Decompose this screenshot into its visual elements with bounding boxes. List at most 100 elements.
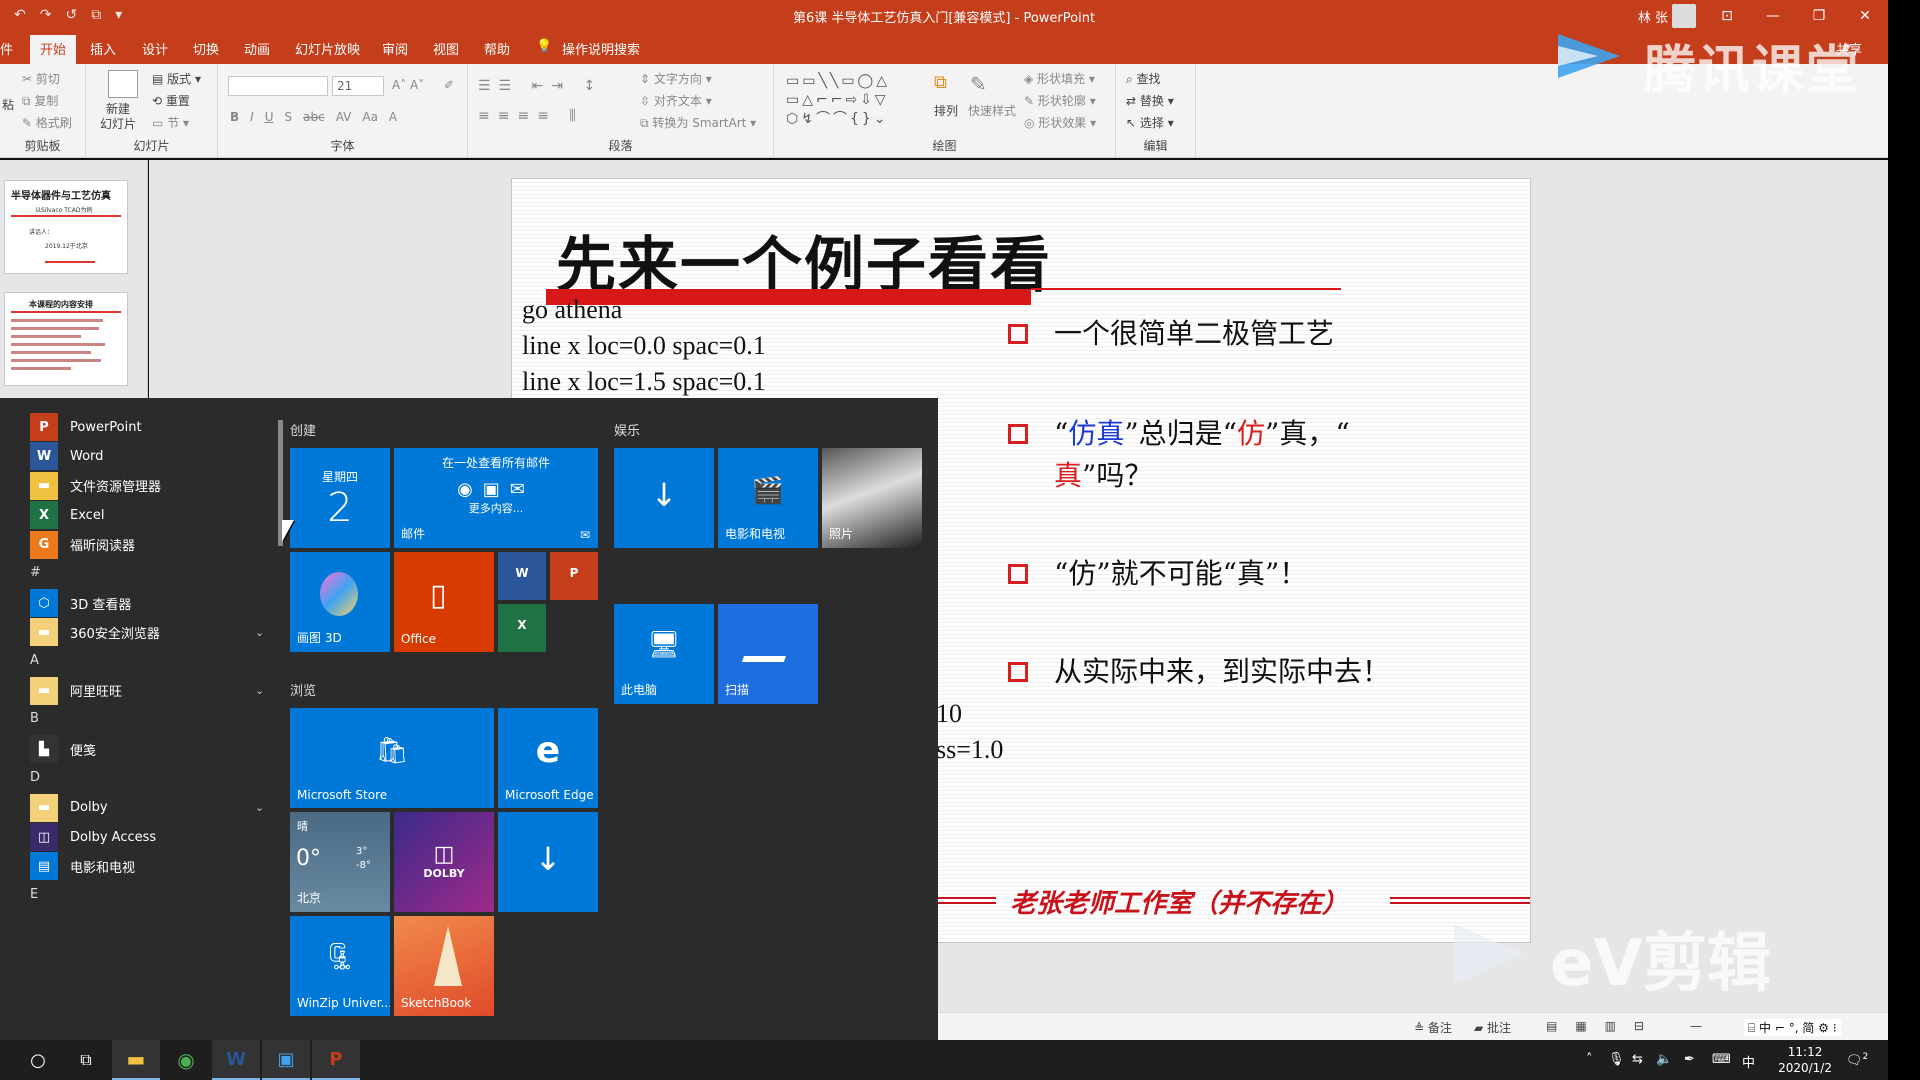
chevron-down-icon[interactable]: ⌄ [255,801,264,814]
app-list-item[interactable]: ▙ 便笺 [30,734,96,764]
tab-animations[interactable]: 动画 [244,39,270,58]
app-list-item[interactable]: W Word [30,441,103,471]
view-buttons[interactable]: ▤▦▥⊟ [1546,1019,1662,1033]
office-tile[interactable]: ▯ Office [394,552,494,652]
font-size-combo[interactable]: 21 [332,76,384,96]
grow-font-icon[interactable]: A˄ A˅ [392,78,424,92]
tab-insert[interactable]: 插入 [90,39,116,58]
avatar[interactable] [1672,4,1696,28]
app-list-letter[interactable]: A [30,653,39,668]
powerpoint-taskbar-icon[interactable]: P [312,1040,360,1080]
slide-thumbnail[interactable]: 本课程的内容安排 [4,292,128,386]
font-name-combo[interactable] [228,76,328,96]
code-line[interactable]: line x loc=1.5 spac=0.1 [522,367,766,397]
layout-button[interactable]: ▤ 版式 ▾ [152,70,201,87]
chevron-down-icon[interactable]: ⌄ [255,684,264,697]
winzip-tile[interactable]: 🗜 WinZip Univer... [290,916,390,1016]
list-icons[interactable]: ☰☰ ⇤⇥ ↕ [478,78,603,94]
code-line[interactable]: go athena [522,295,622,325]
font-color-button[interactable]: A [389,110,397,124]
replace-button[interactable]: ⇄ 替换 ▾ [1126,92,1174,109]
tab-home[interactable]: 开始 [30,35,77,64]
movies-tile[interactable]: 🎬 电影和电视 [718,448,818,548]
align-text-button[interactable]: ⇳ 对齐文本 ▾ [640,92,712,109]
weather-tile[interactable]: 晴 0° 3° -8° 北京 [290,812,390,912]
tab-slideshow[interactable]: 幻灯片放映 [295,39,360,58]
download-tile[interactable]: ↓ [614,448,714,548]
dolby-tile[interactable]: ◫ DOLBY [394,812,494,912]
word-tile[interactable]: W [498,552,546,600]
paste-button[interactable]: 粘 [2,96,14,113]
format-painter-button[interactable]: ✎ 格式刷 [22,114,72,131]
task-view-icon[interactable]: ⧉ [62,1040,110,1080]
quick-styles-button[interactable]: 快速样式 [968,102,1016,119]
reset-button[interactable]: ⟲ 重置 [152,92,190,109]
comments-button[interactable]: ▰ 批注 [1474,1019,1511,1036]
bullet-item[interactable]: “仿真”总归是“仿”真，“ 真”吗？ [1008,413,1488,497]
microphone-icon[interactable]: 🎙 [1608,1052,1625,1067]
spacing-button[interactable]: AV [336,110,352,124]
notification-icon[interactable]: 🗨2 [1846,1052,1868,1068]
studio-footer[interactable]: 老张老师工作室（并不存在） [938,883,1530,919]
clock[interactable]: 11:12 2020/1/2 [1778,1044,1832,1076]
tray-chevron-icon[interactable]: ˄ [1586,1052,1593,1067]
tab-transitions[interactable]: 切换 [193,39,219,58]
app-list-letter[interactable]: # [30,565,41,580]
app-list-item[interactable]: ⬡ 3D 查看器 [30,588,131,618]
slide-thumbnail[interactable]: 半导体器件与工艺仿真 以Silvaco TCAD为例 讲话人： 2019.12于… [4,180,128,274]
tencent-class-icon[interactable]: ▣ [262,1040,310,1080]
underline-button[interactable]: U [265,110,274,124]
shape-outline-button[interactable]: ✎ 形状轮廓 ▾ [1024,92,1096,109]
shape-fill-button[interactable]: ◈ 形状填充 ▾ [1024,70,1095,87]
italic-button[interactable]: I [250,110,254,124]
word-taskbar-icon[interactable]: W [212,1040,260,1080]
powerpoint-tile[interactable]: P [550,552,598,600]
network-icon[interactable]: ⇆ [1632,1052,1643,1067]
app-list-item[interactable]: ◫ Dolby Access [30,822,156,852]
tell-me-search[interactable]: 操作说明搜索 [562,39,640,58]
clear-format-icon[interactable]: ✐ [444,78,454,92]
bullet-item[interactable]: 一个很简单二极管工艺 [1008,313,1488,355]
zoom-out-icon[interactable]: — [1690,1019,1702,1033]
file-explorer-icon[interactable]: ▬ [112,1040,160,1080]
download-tile-2[interactable]: ↓ [498,812,598,912]
user-name[interactable]: 林 张 [1638,7,1668,26]
app-list-item[interactable]: G 福昕阅读器 [30,530,135,560]
edge-tile[interactable]: e Microsoft Edge [498,708,598,808]
this-pc-tile[interactable]: 🖥 此电脑 [614,604,714,704]
cut-button[interactable]: ✂ 剪切 [22,70,60,87]
new-slide-icon[interactable] [108,70,138,98]
quick-styles-icon[interactable]: ✎ [970,72,987,96]
code-line[interactable]: line x loc=0.0 spac=0.1 [522,331,766,361]
paint3d-tile[interactable]: 画图 3D [290,552,390,652]
section-button[interactable]: ▭ 节 ▾ [152,114,189,131]
find-button[interactable]: ⌕ 查找 [1126,70,1161,87]
strikethrough-button[interactable]: abc [303,110,325,124]
pen-icon[interactable]: ✒ [1684,1052,1695,1067]
select-button[interactable]: ↖ 选择 ▾ [1126,114,1174,131]
shapes-gallery[interactable]: ▭▭╲╲▭◯△ ▭△⌐⌐⇨⇩▽ ⬡↯⌒⌒{}⌄ [786,72,926,130]
shape-effects-button[interactable]: ◎ 形状效果 ▾ [1024,114,1096,131]
sketchbook-tile[interactable]: SketchBook [394,916,494,1016]
scan-tile[interactable]: 扫描 [718,604,818,704]
app-list-item[interactable]: ▬ 360安全浏览器 ⌄ [30,617,264,647]
app-list-letter[interactable]: E [30,887,38,902]
cortana-search-icon[interactable]: ○ [14,1040,62,1080]
arrange-icon[interactable]: ⧉ [934,72,947,93]
app-list-item[interactable]: ▬ 阿里旺旺 ⌄ [30,676,264,706]
tab-file[interactable]: 件 [0,39,13,58]
chevron-down-icon[interactable]: ⌄ [255,626,264,639]
keyboard-icon[interactable]: ⌨ [1712,1052,1731,1067]
app-list-item[interactable]: X Excel [30,500,104,530]
browser-icon[interactable]: ◉ [162,1040,210,1080]
copy-button[interactable]: ⧉ 复制 [22,92,58,109]
excel-tile[interactable]: X [498,604,546,652]
arrange-button[interactable]: 排列 [934,102,958,119]
bullet-item[interactable]: “仿”就不可能“真”！ [1008,553,1488,595]
mail-tile[interactable]: 在一处查看所有邮件 ◉▣✉ 更多内容... 邮件 ✉ [394,448,598,548]
calendar-tile[interactable]: 星期四 2 [290,448,390,548]
new-slide-button[interactable]: 新建 幻灯片 [100,102,136,132]
ime-status[interactable]: ⌸ 中 ⌐ °, 简 ⚙ ⁝ [1744,1019,1841,1036]
code-fragment[interactable]: 10 [936,699,962,729]
app-list-item[interactable]: ▬ 文件资源管理器 [30,471,161,501]
